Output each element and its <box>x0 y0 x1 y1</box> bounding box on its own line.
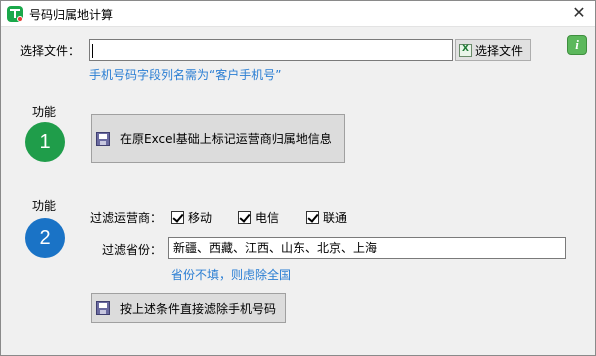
save-icon <box>96 131 110 146</box>
checkbox-label: 联通 <box>323 211 348 225</box>
app-logo-icon <box>7 6 23 22</box>
main-window: 号码归属地计算 ✕ 选择文件： 选择文件 i 手机号码字段列名需为“客户手机号”… <box>0 0 596 356</box>
close-icon[interactable]: ✕ <box>569 4 589 24</box>
carrier-checkbox-telecom[interactable]: 电信 <box>238 209 279 226</box>
file-path-input[interactable] <box>89 39 453 61</box>
checkbox-box <box>171 211 184 224</box>
checkbox-box <box>306 211 319 224</box>
province-hint: 省份不填，则虑除全国 <box>171 268 292 282</box>
carrier-checkbox-unicom[interactable]: 联通 <box>306 209 347 226</box>
carrier-filter-label: 过滤运营商： <box>90 211 163 225</box>
filter-phone-numbers-button[interactable]: 按上述条件直接滤除手机号码 <box>91 293 286 323</box>
window-title: 号码归属地计算 <box>29 8 114 22</box>
checkbox-label: 移动 <box>188 211 213 225</box>
filter-button-label: 按上述条件直接滤除手机号码 <box>120 301 277 316</box>
carrier-checkbox-mobile[interactable]: 移动 <box>171 209 212 226</box>
province-filter-label: 过滤省份： <box>102 243 163 257</box>
feature1-number-badge: 1 <box>25 122 65 162</box>
choose-file-button[interactable]: 选择文件 <box>455 39 531 61</box>
choose-file-label: 选择文件 <box>475 43 524 58</box>
feature1-caption: 功能 <box>32 105 57 119</box>
mark-carrier-location-button[interactable]: 在原Excel基础上标记运营商归属地信息 <box>91 114 345 163</box>
feature2-number-badge: 2 <box>25 218 65 258</box>
province-filter-input[interactable]: 新疆、西藏、江西、山东、北京、上海 <box>168 237 566 259</box>
title-bar: 号码归属地计算 ✕ <box>1 1 595 27</box>
feature2-caption: 功能 <box>32 199 57 213</box>
mark-button-label: 在原Excel基础上标记运营商归属地信息 <box>120 132 332 146</box>
checkbox-label: 电信 <box>255 211 280 225</box>
file-label: 选择文件： <box>20 44 81 58</box>
save-icon <box>96 301 110 315</box>
text-caret <box>92 43 93 58</box>
checkbox-box <box>238 211 251 224</box>
info-icon[interactable]: i <box>567 35 587 55</box>
file-hint: 手机号码字段列名需为“客户手机号” <box>89 68 282 82</box>
excel-icon <box>459 43 472 57</box>
